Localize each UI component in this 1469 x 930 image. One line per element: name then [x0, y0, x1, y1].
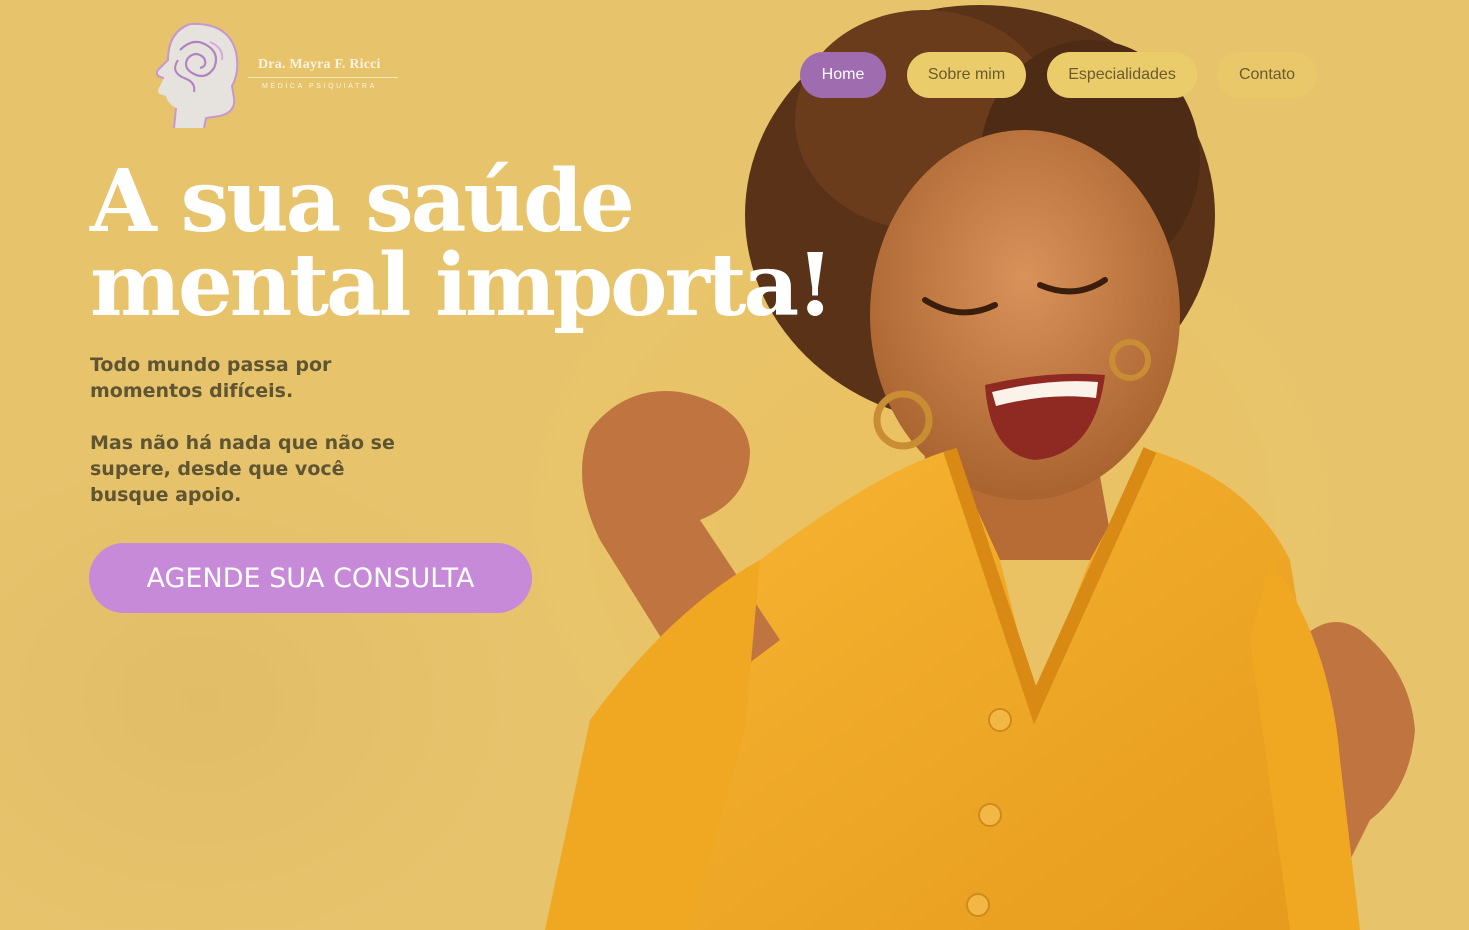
- hero-paragraph-1: Todo mundo passa por momentos difíceis.: [90, 354, 332, 402]
- hero-description: Todo mundo passa por momentos difíceis. …: [90, 352, 410, 534]
- hero-title-line-1: A sua saúde: [90, 151, 635, 252]
- book-appointment-button[interactable]: AGENDE SUA CONSULTA: [89, 543, 532, 613]
- hero-title-line-2: mental importa!: [90, 235, 834, 336]
- nav-especialidades[interactable]: Especialidades: [1047, 52, 1197, 98]
- hero-paragraph-2: Mas não há nada que não se supere, desde…: [90, 432, 395, 506]
- hero-photo: [545, 5, 1415, 930]
- hero-title: A sua saúde mental importa!: [90, 151, 834, 336]
- nav-home[interactable]: Home: [800, 52, 886, 98]
- main-nav: Home Sobre mim Especialidades Contato: [0, 52, 1469, 98]
- nav-contato[interactable]: Contato: [1217, 52, 1317, 98]
- nav-sobre-mim[interactable]: Sobre mim: [907, 52, 1026, 98]
